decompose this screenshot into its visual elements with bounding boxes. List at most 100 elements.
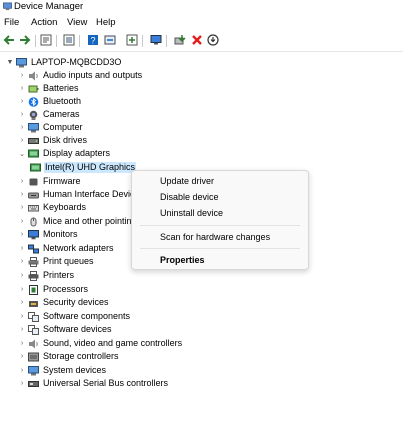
battery-icon (28, 85, 39, 92)
chevron-right-icon[interactable]: › (18, 218, 26, 226)
menu-view[interactable]: View (67, 17, 87, 28)
chevron-right-icon[interactable]: › (18, 111, 26, 119)
mouse-icon (30, 217, 37, 226)
chevron-right-icon[interactable]: › (18, 286, 26, 294)
chevron-right-icon[interactable]: › (18, 353, 26, 361)
storage-icon (28, 352, 39, 361)
chevron-right-icon[interactable]: › (18, 380, 26, 388)
scan-hardware-changes-menu-item[interactable]: Scan for hardware changes (160, 232, 270, 242)
tree-item-disk-drives[interactable]: › Disk drives (18, 134, 88, 147)
keyboard-icon (28, 204, 39, 211)
chevron-down-icon[interactable]: ⌄ (18, 150, 26, 158)
properties-menu-item[interactable]: Properties (160, 255, 205, 265)
chevron-right-icon[interactable]: › (18, 326, 26, 334)
properties-sheet-icon[interactable] (40, 34, 52, 46)
help-icon[interactable]: ? (87, 34, 99, 46)
tree-item-processors[interactable]: › Processors (18, 283, 89, 296)
update-driver-icon[interactable] (104, 34, 116, 46)
chevron-right-icon[interactable]: › (18, 98, 26, 106)
disable-device-menu-item[interactable]: Disable device (160, 192, 219, 202)
chevron-right-icon[interactable]: › (18, 85, 26, 93)
tree-item-keyboards[interactable]: › Keyboards (18, 201, 87, 214)
tree-item-label: System devices (43, 365, 107, 375)
tree-item-network-adapters[interactable]: › Network adapters (18, 242, 115, 255)
chevron-right-icon[interactable]: › (18, 245, 26, 253)
tree-item-label: Cameras (43, 109, 80, 119)
tree-item-bluetooth[interactable]: › Bluetooth (18, 95, 82, 108)
tree-item-system-devices[interactable]: › System devices (18, 364, 107, 377)
title-bar: Device Manager (0, 0, 403, 14)
scan-hardware-icon[interactable] (126, 34, 138, 46)
tree-item-sound-video[interactable]: › Sound, video and game controllers (18, 337, 183, 350)
camera-icon (29, 110, 38, 120)
bluetooth-icon (28, 96, 39, 107)
tree-item-label: Universal Serial Bus controllers (43, 378, 169, 388)
monitor-icon[interactable] (150, 34, 162, 46)
menu-file[interactable]: File (4, 17, 19, 28)
tree-item-batteries[interactable]: › Batteries (18, 82, 80, 95)
network-icon (28, 244, 39, 253)
tree-item-monitors[interactable]: › Monitors (18, 228, 79, 241)
chevron-right-icon[interactable]: › (18, 204, 26, 212)
tree-item-label: Batteries (43, 83, 79, 93)
tree-item-printers[interactable]: › Printers (18, 269, 75, 282)
chevron-right-icon[interactable]: › (18, 231, 26, 239)
tree-item-firmware[interactable]: › Firmware (18, 175, 82, 188)
tree-item-label: Network adapters (43, 243, 114, 253)
svg-text:?: ? (90, 36, 95, 46)
chevron-right-icon[interactable]: › (18, 137, 26, 145)
monitor-icon (28, 229, 39, 239)
tree-item-security-devices[interactable]: › Security devices (18, 296, 110, 309)
menu-action[interactable]: Action (31, 17, 57, 28)
toolbar-separator (35, 35, 36, 47)
tree-item-label: Software devices (43, 324, 112, 334)
tree-item-cameras[interactable]: › Cameras (18, 108, 81, 121)
tree-item-label: Mice and other pointin (43, 216, 132, 226)
tree-item-label: Keyboards (43, 202, 87, 212)
context-menu: Update driver Disable device Uninstall d… (131, 170, 309, 270)
chevron-right-icon[interactable]: › (18, 272, 26, 280)
tree-item-usb-controllers[interactable]: › Universal Serial Bus controllers (18, 377, 169, 390)
toolbar: ? (0, 31, 403, 52)
tree-item-audio[interactable]: › Audio inputs and outputs (18, 69, 143, 82)
chevron-right-icon[interactable]: › (18, 124, 26, 132)
tree-item-label: Printers (43, 270, 75, 280)
tree-item-human-interface[interactable]: › Human Interface Devic (18, 188, 136, 201)
toolbar-separator (56, 35, 57, 47)
chevron-right-icon[interactable]: › (18, 72, 26, 80)
speaker-icon (29, 71, 38, 80)
tree-item-print-queues[interactable]: › Print queues (18, 255, 95, 268)
disable-icon[interactable] (207, 34, 219, 46)
chevron-right-icon[interactable]: › (18, 178, 26, 186)
computer-icon (16, 57, 27, 67)
tree-item-software-devices[interactable]: › Software devices (18, 323, 113, 336)
back-icon[interactable] (3, 34, 15, 46)
uninstall-device-menu-item[interactable]: Uninstall device (160, 208, 223, 218)
tree-item-label: Print queues (43, 256, 94, 266)
tree-item-label: Intel(R) UHD Graphics (44, 162, 137, 173)
chevron-right-icon[interactable]: › (18, 367, 26, 375)
forward-icon[interactable] (19, 34, 31, 46)
chevron-right-icon[interactable]: › (18, 340, 26, 348)
tree-item-intel-uhd-graphics[interactable]: Intel(R) UHD Graphics (30, 161, 137, 174)
tree-item-software-components[interactable]: › Software components (18, 310, 131, 323)
tree-item-storage-controllers[interactable]: › Storage controllers (18, 350, 120, 363)
list-view-icon[interactable] (63, 34, 75, 46)
tree-item-mice[interactable]: › Mice and other pointin (18, 215, 133, 228)
chevron-right-icon[interactable]: › (18, 258, 26, 266)
chevron-right-icon[interactable]: › (18, 191, 26, 199)
chevron-down-icon[interactable]: ▼ (6, 59, 14, 67)
tree-item-display-adapters[interactable]: ⌄ Display adapters (18, 147, 111, 160)
disk-icon (28, 137, 39, 144)
enable-device-icon[interactable] (174, 34, 186, 46)
menu-help[interactable]: Help (96, 17, 116, 28)
update-driver-menu-item[interactable]: Update driver (160, 176, 214, 186)
tree-root[interactable]: ▼ LAPTOP-MQBCDD3O (6, 56, 122, 69)
toolbar-separator (166, 35, 167, 47)
tree-item-computer[interactable]: › Computer (18, 121, 84, 134)
chevron-right-icon[interactable]: › (18, 299, 26, 307)
tree-item-label: Computer (43, 122, 83, 132)
chevron-right-icon[interactable]: › (18, 313, 26, 321)
uninstall-icon[interactable] (191, 34, 203, 46)
device-manager-app-icon (3, 2, 12, 11)
